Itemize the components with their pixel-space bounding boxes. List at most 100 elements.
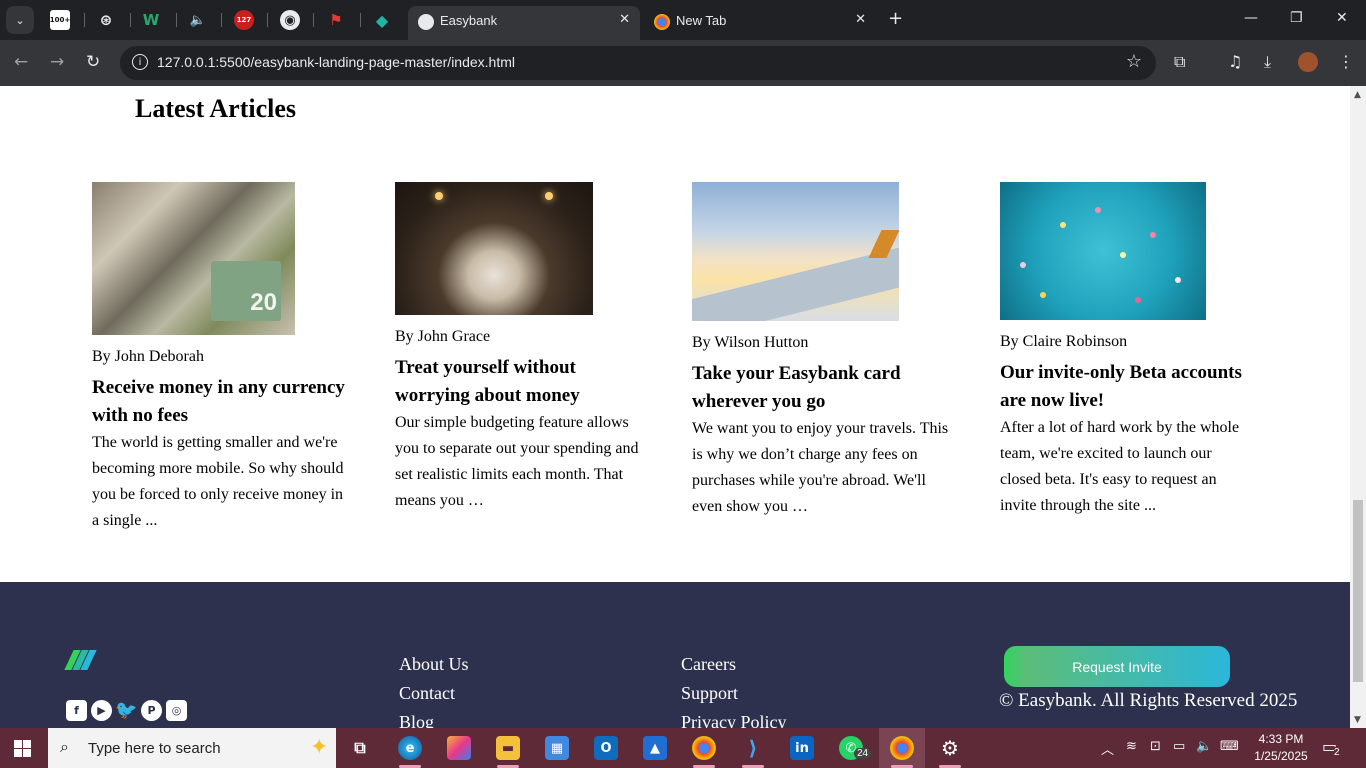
footer-link-careers[interactable]: Careers bbox=[681, 650, 787, 679]
footer-links-col1: About Us Contact Blog bbox=[399, 650, 469, 728]
article-title[interactable]: Our invite-only Beta accounts are now li… bbox=[1000, 359, 1250, 415]
confetti-dot bbox=[1095, 207, 1101, 213]
facebook-icon[interactable]: f bbox=[66, 700, 87, 721]
page-scrollbar[interactable]: ▲ ▼ bbox=[1350, 86, 1366, 728]
site-info-icon[interactable]: i bbox=[132, 54, 148, 70]
download-icon[interactable]: ⤓ bbox=[1264, 52, 1271, 72]
outlook-icon[interactable]: O bbox=[594, 736, 618, 760]
instagram-icon[interactable]: ◎ bbox=[166, 700, 187, 721]
restore-icon[interactable]: ❐ bbox=[1290, 10, 1303, 26]
article-card[interactable]: 20 By John Deborah Receive money in any … bbox=[92, 182, 354, 534]
wing-graphic bbox=[692, 244, 899, 321]
menu-icon[interactable]: ⋮ bbox=[1338, 52, 1354, 71]
windows-taskbar: ⌕ Type here to search ✦ ⧉ e ▬ ▦ O ▲ ⟩ in… bbox=[0, 728, 1366, 768]
plane-image bbox=[692, 182, 899, 321]
close-icon[interactable]: ✕ bbox=[619, 12, 630, 27]
meet-icon[interactable]: ⊡ bbox=[1150, 739, 1161, 754]
confetti-dot bbox=[1040, 292, 1046, 298]
tab-separator bbox=[84, 13, 85, 27]
system-clock[interactable]: 4:33 PM 1/25/2025 bbox=[1254, 731, 1308, 765]
diamond-icon[interactable]: ◆ bbox=[372, 10, 392, 30]
gmail-icon[interactable]: 100+ bbox=[50, 10, 70, 30]
pin-icon[interactable]: ⚑ bbox=[326, 10, 346, 30]
scroll-down-arrow-icon[interactable]: ▼ bbox=[1354, 715, 1361, 725]
openai-icon[interactable]: ⊛ bbox=[96, 10, 116, 30]
footer-link-support[interactable]: Support bbox=[681, 679, 787, 708]
forward-icon[interactable]: → bbox=[50, 52, 64, 72]
photos-icon[interactable]: ▲ bbox=[643, 736, 667, 760]
article-card[interactable]: By Wilson Hutton Take your Easybank card… bbox=[692, 182, 954, 520]
edge-icon[interactable]: e bbox=[398, 736, 422, 760]
url-text[interactable]: 127.0.0.1:5500/easybank-landing-page-mas… bbox=[157, 54, 515, 70]
chevron-up-icon[interactable]: ︿ bbox=[1101, 739, 1114, 758]
pinterest-icon[interactable]: P bbox=[141, 700, 162, 721]
article-excerpt: We want you to enjoy your travels. This … bbox=[692, 420, 949, 515]
article-card[interactable]: By Claire Robinson Our invite-only Beta … bbox=[1000, 182, 1250, 519]
footer-link-contact[interactable]: Contact bbox=[399, 679, 469, 708]
candle-light bbox=[435, 192, 443, 200]
social-links: f ▶ 🐦 P ◎ bbox=[66, 700, 187, 721]
back-icon[interactable]: ← bbox=[14, 52, 28, 72]
wifi-icon[interactable]: ≋ bbox=[1126, 739, 1137, 754]
article-title[interactable]: Receive money in any currency with no fe… bbox=[92, 374, 354, 430]
windows-start-icon[interactable] bbox=[14, 740, 31, 757]
linkedin-icon[interactable]: in bbox=[790, 736, 814, 760]
tab-new-tab[interactable]: New Tab ✕ bbox=[644, 6, 876, 40]
chrome-icon[interactable] bbox=[692, 736, 716, 760]
copyright-text: © Easybank. All Rights Reserved 2025 bbox=[999, 690, 1298, 711]
section-title: Latest Articles bbox=[135, 94, 297, 123]
footer-links-col2: Careers Support Privacy Policy bbox=[681, 650, 787, 728]
github-icon[interactable]: ◉ bbox=[280, 10, 300, 30]
notification-icon[interactable]: 127 bbox=[234, 10, 254, 30]
request-invite-button[interactable]: Request Invite bbox=[1004, 646, 1230, 687]
article-author: By John Grace bbox=[395, 328, 491, 345]
webflow-icon[interactable]: W bbox=[141, 10, 161, 30]
reload-icon[interactable]: ↻ bbox=[86, 52, 100, 72]
copilot-icon[interactable] bbox=[447, 736, 471, 760]
volume-icon[interactable]: 🔈 bbox=[1196, 739, 1212, 754]
extensions-icon[interactable]: ⧉ bbox=[1174, 52, 1185, 72]
vscode-icon[interactable]: ⟩ bbox=[741, 736, 765, 760]
close-icon[interactable]: ✕ bbox=[855, 12, 866, 27]
address-bar[interactable]: i 127.0.0.1:5500/easybank-landing-page-m… bbox=[120, 46, 1156, 80]
footer-link-privacy[interactable]: Privacy Policy bbox=[681, 708, 787, 728]
confetti-dot bbox=[1135, 297, 1141, 303]
tab-easybank[interactable]: Easybank ✕ bbox=[408, 6, 640, 40]
footer-link-about[interactable]: About Us bbox=[399, 650, 469, 679]
battery-icon[interactable]: ▭ bbox=[1173, 739, 1185, 754]
restaurant-image bbox=[395, 182, 593, 315]
audio-icon[interactable]: 🔈 bbox=[188, 10, 208, 30]
footer-link-blog[interactable]: Blog bbox=[399, 708, 469, 728]
tab-title: Easybank bbox=[440, 13, 498, 28]
keyboard-icon[interactable]: ⌨ bbox=[1220, 739, 1239, 754]
taskbar-search[interactable]: ⌕ Type here to search ✦ bbox=[48, 728, 336, 768]
settings-gear-icon[interactable]: ⚙ bbox=[938, 736, 962, 760]
banknote-graphic: 20 bbox=[211, 261, 281, 321]
article-card[interactable]: By John Grace Treat yourself without wor… bbox=[395, 182, 653, 514]
chrome-profile-icon[interactable] bbox=[890, 736, 914, 760]
twitter-icon[interactable]: 🐦 bbox=[115, 700, 137, 721]
page-content: Latest Articles 20 By John Deborah Recei… bbox=[0, 86, 1350, 728]
file-explorer-icon[interactable]: ▬ bbox=[496, 736, 520, 760]
article-title[interactable]: Take your Easybank card wherever you go bbox=[692, 360, 954, 416]
youtube-icon[interactable]: ▶ bbox=[91, 700, 112, 721]
article-title[interactable]: Treat yourself without worrying about mo… bbox=[395, 354, 653, 410]
profile-avatar[interactable] bbox=[1298, 52, 1318, 72]
store-icon[interactable]: ▦ bbox=[545, 736, 569, 760]
minimize-icon[interactable]: — bbox=[1244, 10, 1258, 26]
task-view-icon[interactable]: ⧉ bbox=[348, 736, 372, 760]
new-tab-button[interactable]: + bbox=[888, 8, 903, 29]
bookmark-star-icon[interactable]: ☆ bbox=[1126, 51, 1142, 72]
gmail-badge: 100+ bbox=[49, 16, 71, 24]
tab-search-button[interactable]: ⌄ bbox=[6, 6, 34, 34]
confetti-dot bbox=[1120, 252, 1126, 258]
article-excerpt: After a lot of hard work by the whole te… bbox=[1000, 419, 1240, 514]
media-control-icon[interactable]: ♫ bbox=[1228, 52, 1242, 71]
article-excerpt: Our simple budgeting feature allows you … bbox=[395, 414, 639, 509]
tab-separator bbox=[267, 13, 268, 27]
notification-count: 2 bbox=[1334, 747, 1340, 758]
scroll-thumb[interactable] bbox=[1353, 500, 1363, 682]
close-window-icon[interactable]: ✕ bbox=[1336, 10, 1348, 26]
scroll-up-arrow-icon[interactable]: ▲ bbox=[1354, 90, 1361, 100]
easybank-logo[interactable]: easybank bbox=[64, 648, 215, 672]
